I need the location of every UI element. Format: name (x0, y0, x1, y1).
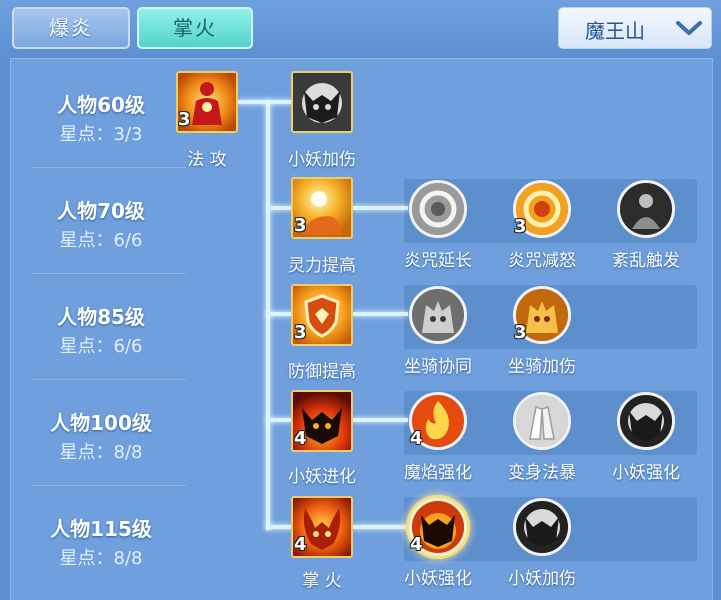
row-divider (31, 273, 186, 274)
connector-line (353, 418, 408, 422)
skill-name: 坐骑加伤 (508, 357, 576, 377)
skill-r4-opt-3[interactable] (617, 392, 675, 450)
row-stars: 星点：6/6 (59, 336, 143, 357)
skill-name: 小妖强化 (404, 569, 472, 589)
palms-icon (516, 395, 568, 447)
skill-name: 法 攻 (187, 150, 227, 170)
skill-r1-main[interactable] (291, 71, 353, 133)
skill-name: 小妖进化 (288, 467, 356, 487)
row-label-1: 人物60级 星点：3/3 (21, 89, 181, 146)
chevron-down-icon (676, 21, 702, 35)
rune-circle-icon (412, 183, 464, 235)
skill-name: 小妖加伤 (508, 569, 576, 589)
row-divider (31, 379, 186, 380)
connector-line (353, 525, 408, 529)
demon-mask-icon (293, 73, 351, 131)
row-label-3: 人物85级 星点：6/6 (21, 301, 181, 358)
row-label-2: 人物70级 星点：6/6 (21, 195, 181, 252)
row-stars: 星点：8/8 (59, 442, 143, 463)
connector-line (238, 100, 293, 104)
skill-name: 小妖强化 (612, 463, 680, 483)
row-level: 人物85级 (57, 305, 145, 329)
skill-count: 3 (514, 322, 527, 343)
skill-name: 变身法暴 (508, 463, 576, 483)
row-label-5: 人物115级 星点：8/8 (21, 513, 181, 570)
skill-count: 3 (514, 216, 527, 237)
row-stars: 星点：3/3 (59, 124, 143, 145)
skill-count: 3 (178, 109, 191, 130)
skill-name: 灵力提高 (288, 256, 356, 276)
skill-count: 4 (410, 534, 423, 555)
row-level: 人物100级 (50, 411, 152, 435)
skill-r2-opt-3[interactable] (617, 180, 675, 238)
zone-select[interactable]: 魔王山 (558, 7, 712, 49)
connector-line (353, 312, 408, 316)
skill-name: 坐骑协同 (404, 357, 472, 377)
tab-zhanghuo[interactable]: 掌火 (137, 7, 253, 49)
skill-count: 4 (294, 428, 307, 449)
skill-r4-opt-2[interactable] (513, 392, 571, 450)
skill-count: 3 (294, 215, 307, 236)
skill-name: 防御提高 (288, 362, 356, 382)
demon-mask-icon (516, 501, 568, 553)
connector-line (266, 525, 293, 529)
skill-count: 4 (294, 534, 307, 555)
skill-count: 3 (294, 322, 307, 343)
spirit-figure-icon (620, 183, 672, 235)
connector-line (266, 206, 293, 210)
connector-line (266, 312, 293, 316)
skill-name: 炎咒延长 (404, 251, 472, 271)
row-label-4: 人物100级 星点：8/8 (21, 407, 181, 464)
row-stars: 星点：8/8 (59, 548, 143, 569)
row-level: 人物115级 (50, 517, 152, 541)
demon-mask-icon (620, 395, 672, 447)
skill-name: 魔焰强化 (404, 463, 472, 483)
skill-r3-opt-1[interactable] (409, 286, 467, 344)
row-stars: 星点：6/6 (59, 230, 143, 251)
skill-panel: 人物60级 星点：3/3 人物70级 星点：6/6 人物85级 星点：6/6 人… (10, 58, 713, 600)
row-divider (31, 485, 186, 486)
skill-count: 4 (410, 428, 423, 449)
connector-line (266, 418, 293, 422)
tab-baoyan[interactable]: 爆炎 (12, 7, 130, 49)
skill-name: 炎咒减怒 (508, 251, 576, 271)
row-level: 人物60级 (57, 93, 145, 117)
row-level: 人物70级 (57, 199, 145, 223)
skill-r5-opt-2[interactable] (513, 498, 571, 556)
connector-line (353, 206, 408, 210)
beast-icon (412, 289, 464, 341)
skill-r2-opt-1[interactable] (409, 180, 467, 238)
skill-name: 掌 火 (302, 571, 342, 591)
skill-name: 紊乱触发 (612, 251, 680, 271)
skill-name: 小妖加伤 (288, 150, 356, 170)
zone-select-label: 魔王山 (585, 19, 645, 43)
